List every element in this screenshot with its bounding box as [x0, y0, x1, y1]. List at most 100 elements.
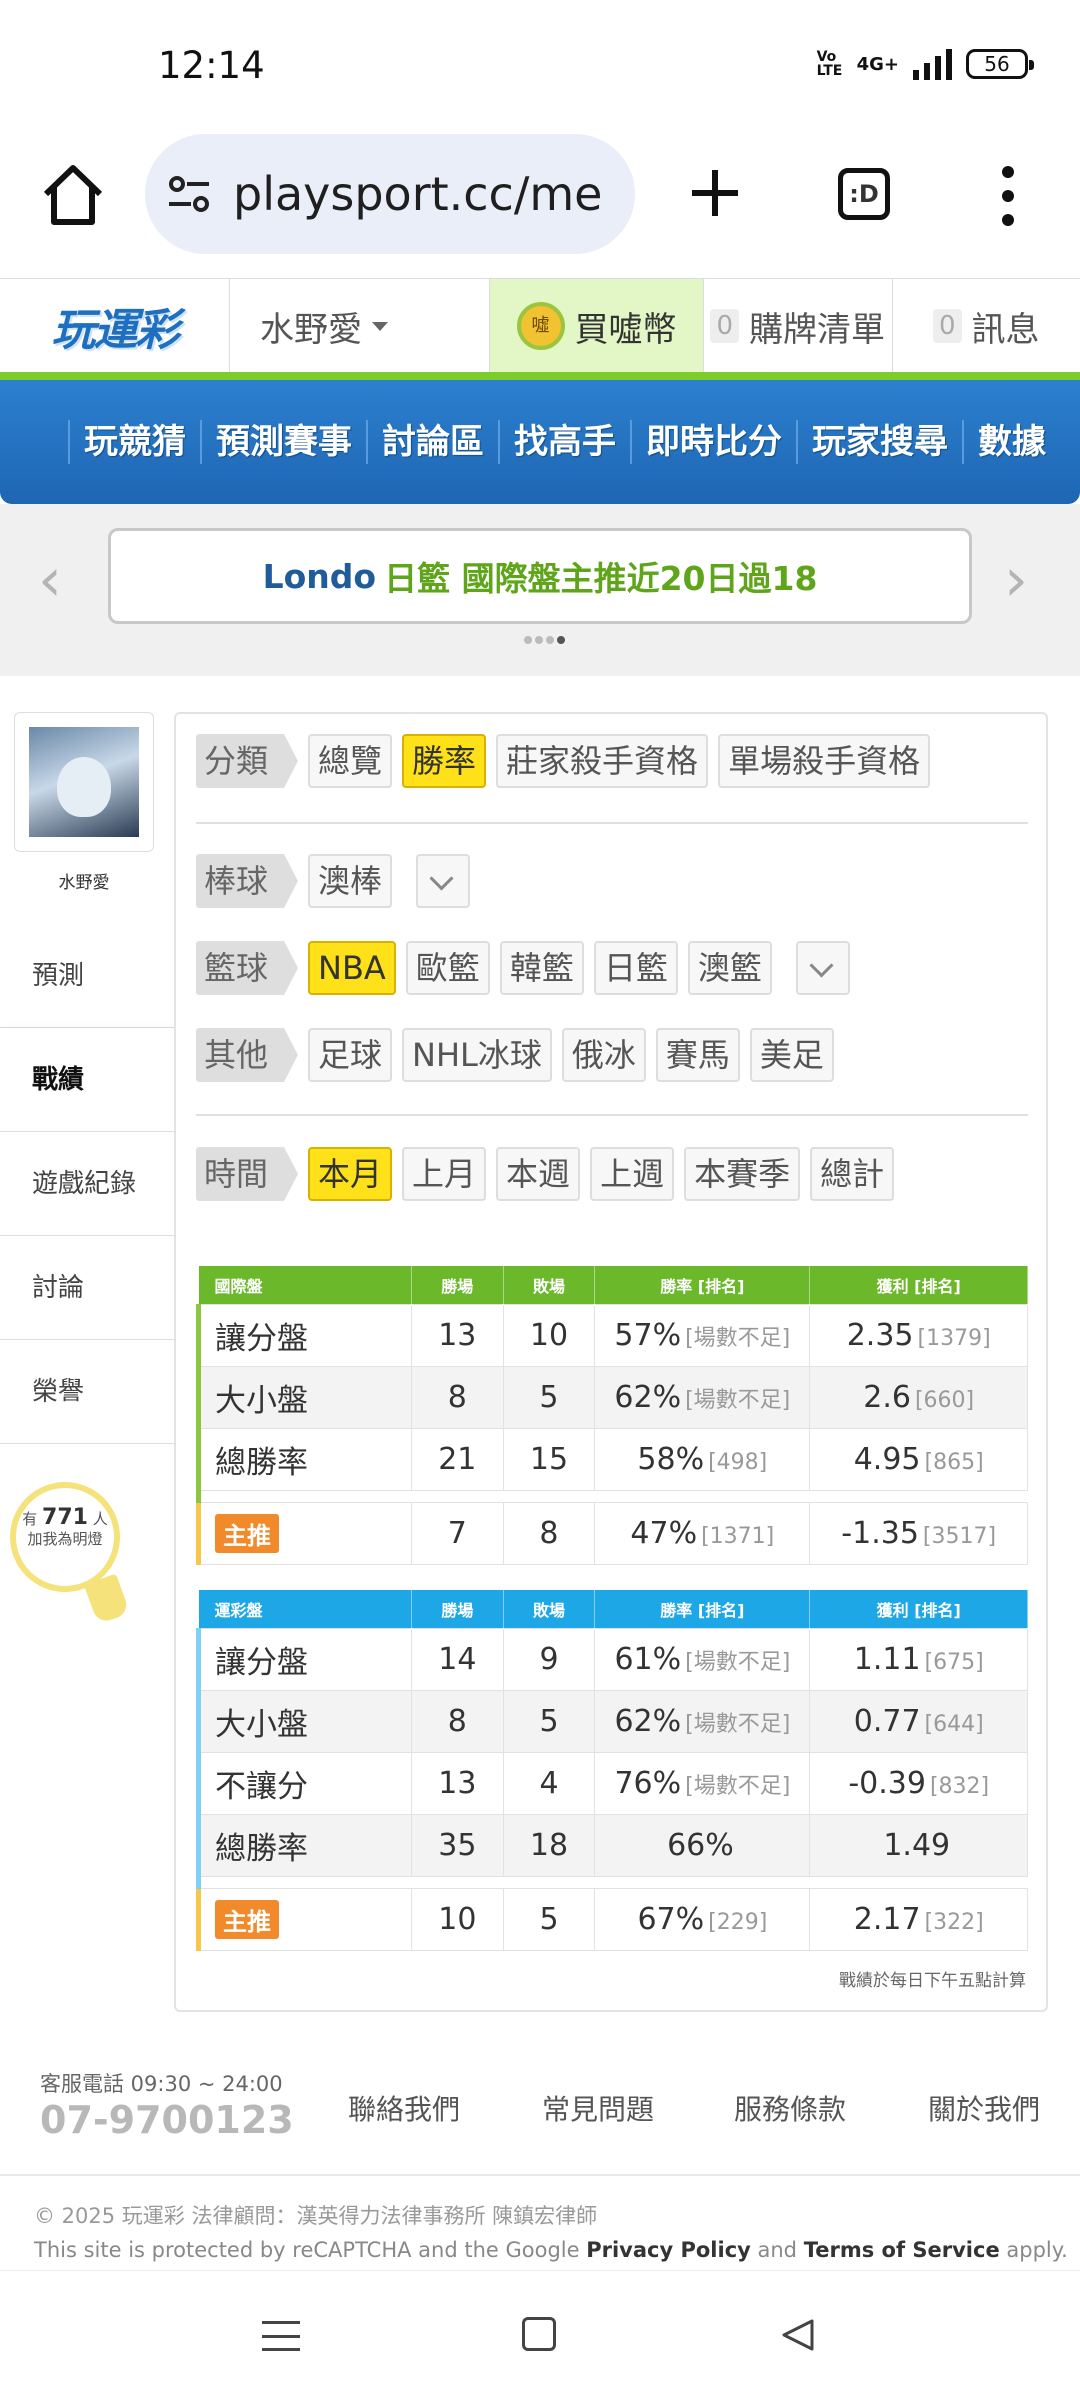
terms-of-service-link[interactable]: Terms of Service	[804, 2238, 1000, 2262]
user-menu[interactable]: 水野愛	[230, 279, 490, 373]
filter-option[interactable]: 歐籃	[405, 941, 490, 995]
network-type: 4G+	[856, 53, 899, 75]
col-header: 敗場	[503, 1590, 596, 1628]
col-header: 運彩盤	[198, 1590, 413, 1628]
filter-option[interactable]: 本週	[496, 1147, 581, 1201]
filter-option[interactable]: 足球	[308, 1028, 393, 1082]
sidebar-item-discussion[interactable]: 討論	[0, 1236, 174, 1340]
footer-link-about[interactable]: 關於我們	[928, 2088, 1040, 2128]
filter-option[interactable]: 總覽	[308, 734, 393, 788]
tab-switcher-button[interactable]: :D	[838, 168, 890, 220]
chevron-right-icon[interactable]: ›	[1004, 550, 1044, 610]
nav-item[interactable]: 預測賽事	[200, 420, 366, 464]
filter-option[interactable]: 俄冰	[561, 1028, 646, 1082]
lottery-record-table: 運彩盤 勝場 敗場 勝率 [排名] 獲利 [排名] 讓分盤 14 9 61% [場…	[195, 1590, 1028, 1951]
recent-apps-icon[interactable]	[262, 2321, 300, 2351]
nav-item[interactable]: 玩家搜尋	[796, 420, 962, 464]
filter-baseball: 棒球 澳棒	[196, 854, 471, 908]
banner-text: 日籃 國際盤主推近20日過18	[384, 559, 818, 598]
table-row: 大小盤 8 5 62% [場數不足] 0.77 [644]	[195, 1689, 1028, 1753]
col-header: 敗場	[503, 1266, 596, 1304]
buy-coin-label: 買噓幣	[574, 309, 677, 350]
filter-option-selected[interactable]: NBA	[308, 941, 396, 995]
filter-option[interactable]: 單場殺手資格	[718, 734, 931, 788]
nav-item[interactable]: 數據	[962, 420, 1060, 464]
follow-bulb-button[interactable]: 有 771 人加我為明燈	[10, 1482, 131, 1632]
chevron-left-icon[interactable]: ‹	[38, 550, 78, 610]
sidebar-item-honor[interactable]: 榮譽	[0, 1340, 174, 1444]
new-tab-icon[interactable]	[688, 166, 742, 220]
filter-option-selected[interactable]: 本月	[308, 1147, 393, 1201]
site-settings-icon[interactable]	[165, 170, 213, 218]
filter-option[interactable]: 上週	[590, 1147, 675, 1201]
filter-option[interactable]: 賽馬	[655, 1028, 740, 1082]
filter-category: 分類 總覽 勝率 莊家殺手資格 單場殺手資格	[196, 734, 931, 788]
main-pick-badge: 主推	[215, 1899, 279, 1939]
filter-option[interactable]: 本賽季	[684, 1147, 801, 1201]
nav-item[interactable]: 找高手	[498, 420, 630, 464]
table-row: 總勝率 35 18 66% 1.49	[195, 1813, 1028, 1877]
coin-icon: 噓	[516, 302, 565, 350]
filter-option[interactable]: 韓籃	[499, 941, 584, 995]
main-pick-badge: 主推	[215, 1513, 279, 1553]
profile-user-name: 水野愛	[58, 873, 110, 893]
col-header: 國際盤	[198, 1266, 412, 1304]
main-nav: 玩競猜 預測賽事 討論區 找高手 即時比分 玩家搜尋 數據	[0, 380, 1080, 504]
table-row: 讓分盤 13 10 57% [場數不足] 2.35 [1379]	[196, 1303, 1028, 1367]
divider	[196, 1114, 1028, 1116]
more-menu-icon[interactable]	[996, 166, 1020, 226]
service-phone[interactable]: 07-9700123	[40, 2098, 294, 2142]
footer-link-terms[interactable]: 服務條款	[734, 2088, 846, 2128]
nav-item[interactable]: 即時比分	[630, 420, 796, 464]
buy-coin-button[interactable]: 噓買噓幣	[490, 279, 704, 373]
nav-item[interactable]: 玩競猜	[68, 420, 200, 464]
url-text: playsport.cc/men	[233, 167, 603, 221]
filter-option[interactable]: 總計	[810, 1147, 895, 1201]
record-panel: 分類 總覽 勝率 莊家殺手資格 單場殺手資格 棒球 澳棒 籃球 NBA 歐籃 韓…	[174, 712, 1048, 2012]
sidebar-item-game-log[interactable]: 遊戲紀錄	[0, 1132, 174, 1236]
home-nav-icon[interactable]	[522, 2317, 556, 2351]
filter-option[interactable]: 澳棒	[308, 854, 393, 908]
filter-tag: 分類	[196, 734, 299, 788]
chevron-down-icon[interactable]	[416, 854, 471, 908]
filter-option[interactable]: 莊家殺手資格	[496, 734, 709, 788]
back-icon[interactable]	[780, 2317, 816, 2353]
banner-slide[interactable]: Londo 日籃 國際盤主推近20日過18	[108, 528, 972, 624]
table-row: 總勝率 21 15 58% [498] 4.95 [865]	[196, 1427, 1028, 1491]
header-divider	[0, 372, 1080, 380]
filter-option[interactable]: 美足	[749, 1028, 834, 1082]
home-icon[interactable]	[38, 160, 108, 230]
site-logo[interactable]: 玩運彩	[0, 279, 230, 373]
filter-option[interactable]: 澳籃	[687, 941, 772, 995]
col-header: 勝率 [排名]	[594, 1590, 811, 1628]
filter-option[interactable]: NHL冰球	[402, 1028, 552, 1082]
avatar[interactable]	[14, 712, 154, 852]
chevron-down-icon[interactable]	[795, 941, 850, 995]
battery-icon: 56	[966, 49, 1034, 79]
filter-option-selected[interactable]: 勝率	[402, 734, 487, 788]
footer-link-faq[interactable]: 常見問題	[542, 2088, 654, 2128]
banner-user: Londo	[262, 556, 377, 596]
messages-link[interactable]: 0 訊息	[893, 279, 1080, 373]
banner-carousel: ‹ Londo 日籃 國際盤主推近20日過18 ›	[0, 504, 1080, 676]
address-bar[interactable]: playsport.cc/men	[145, 134, 635, 254]
bulb-icon: 有 771 人加我為明燈	[10, 1482, 120, 1592]
recaptcha-notice: This site is protected by reCAPTCHA and …	[34, 2238, 1068, 2262]
table-row-main-pick: 主推 10 5 67% [229] 2.17 [322]	[195, 1887, 1028, 1951]
filter-option[interactable]: 上月	[402, 1147, 487, 1201]
footer-link-contact[interactable]: 聯絡我們	[348, 2088, 460, 2128]
site-footer: 客服電話 09:30 ~ 24:00 07-9700123 聯絡我們 常見問題 …	[0, 2040, 1080, 2170]
status-icons: Vo LTE 4G+ 56	[817, 48, 1034, 80]
sidebar-item-record[interactable]: 戰績	[0, 1028, 180, 1132]
nav-item[interactable]: 討論區	[366, 420, 498, 464]
table-row: 不讓分 13 4 76% [場數不足] -0.39 [832]	[195, 1751, 1028, 1815]
sidebar-item-predict[interactable]: 預測	[0, 924, 174, 1028]
follower-count: 771	[42, 1505, 88, 1530]
intl-record-table: 國際盤 勝場 敗場 勝率 [排名] 獲利 [排名] 讓分盤 13 10 57%[…	[196, 1266, 1028, 1565]
col-header: 勝場	[411, 1590, 504, 1628]
filter-option[interactable]: 日籃	[593, 941, 678, 995]
table-header: 國際盤 勝場 敗場 勝率 [排名] 獲利 [排名]	[198, 1266, 1028, 1304]
table-row: 讓分盤 14 9 61% [場數不足] 1.11 [675]	[195, 1627, 1028, 1691]
privacy-policy-link[interactable]: Privacy Policy	[586, 2238, 751, 2262]
purchase-list-link[interactable]: 0 購牌清單	[704, 279, 893, 373]
